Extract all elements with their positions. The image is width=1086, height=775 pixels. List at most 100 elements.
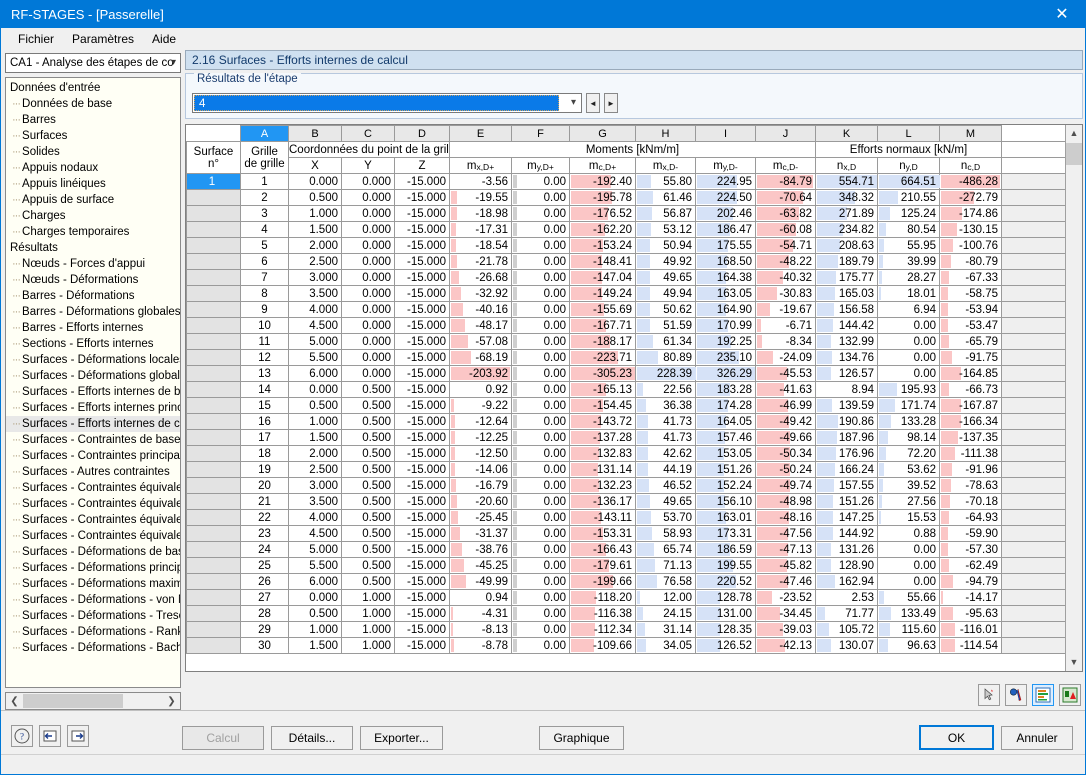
prev-panel-icon[interactable] [39, 725, 61, 747]
info-pointer-icon[interactable] [1005, 684, 1027, 706]
tree-item-23[interactable]: ··· Surfaces - Contraintes principales [6, 448, 180, 464]
hscroll-track[interactable] [23, 693, 163, 709]
tree-item-15[interactable]: ··· Barres - Efforts internes [6, 320, 180, 336]
results-table[interactable]: A B C D E F G H I J K L M Surface n° Grille de grille Coo… [186, 125, 1065, 654]
hscroll-thumb[interactable] [23, 694, 123, 708]
table-row[interactable]: 5 2.000 0.000 -15.000 -18.54 0.00 -153.24 50.94… [186, 237, 1065, 254]
table-row[interactable]: 30 1.500 1.000 -15.000 -8.78 0.00 -109.66 34.05… [186, 637, 1065, 654]
table-row[interactable]: 25 5.500 0.500 -15.000 -45.25 0.00 -179.61 71.1… [186, 557, 1065, 574]
column-letter-L[interactable]: L [877, 125, 940, 142]
table-row[interactable]: 12 5.500 0.000 -15.000 -68.19 0.00 -223.71 80.8… [186, 349, 1065, 366]
menu-item-fichier[interactable]: Fichier [9, 30, 63, 48]
menu-item-aide[interactable]: Aide [143, 30, 185, 48]
column-letter-E[interactable]: E [449, 125, 512, 142]
tree-item-6[interactable]: ··· Appuis linéiques [6, 176, 180, 192]
surface-number-cell-empty[interactable] [186, 589, 241, 606]
tree-item-17[interactable]: ··· Surfaces - Déformations locales [6, 352, 180, 368]
table-row[interactable]: 14 0.000 0.500 -15.000 0.92 0.00 -165.13 22.56 1… [186, 381, 1065, 398]
tree-item-16[interactable]: ··· Sections - Efforts internes [6, 336, 180, 352]
surface-number-cell-empty[interactable] [186, 445, 241, 462]
column-letter-J[interactable]: J [755, 125, 816, 142]
tree-item-4[interactable]: ··· Solides [6, 144, 180, 160]
navigator-tree[interactable]: Données d'entrée ··· Données de base ··· B… [5, 77, 181, 688]
table-row[interactable]: 19 2.500 0.500 -15.000 -14.06 0.00 -131.14 44.1… [186, 461, 1065, 478]
annuler-button[interactable]: Annuler [1001, 726, 1073, 750]
column-letter-D[interactable]: D [394, 125, 450, 142]
tree-item-2[interactable]: ··· Barres [6, 112, 180, 128]
surface-number-cell-empty[interactable] [186, 333, 241, 350]
vscroll-thumb[interactable] [1066, 143, 1082, 165]
table-row[interactable]: 18 2.000 0.500 -15.000 -12.50 0.00 -132.83 42.6… [186, 445, 1065, 462]
table-row[interactable]: 3 1.000 0.000 -15.000 -18.98 0.00 -176.52 56.87… [186, 205, 1065, 222]
table-row[interactable]: 11 5.000 0.000 -15.000 -57.08 0.00 -188.17 61.3… [186, 333, 1065, 350]
tree-item-30[interactable]: ··· Surfaces - Déformations principales [6, 560, 180, 576]
tree-item-18[interactable]: ··· Surfaces - Déformations globales [6, 368, 180, 384]
scroll-right-icon[interactable]: ❯ [163, 696, 180, 707]
navigator-hscrollbar[interactable]: ❮ ❯ [5, 692, 181, 710]
table-row[interactable]: 4 1.500 0.000 -15.000 -17.31 0.00 -162.20 53.12… [186, 221, 1065, 238]
tree-item-22[interactable]: ··· Surfaces - Contraintes de base [6, 432, 180, 448]
surface-number-cell-empty[interactable] [186, 221, 241, 238]
help-icon[interactable]: ? [11, 725, 33, 747]
table-chart-icon[interactable] [1032, 684, 1054, 706]
next-panel-icon[interactable] [67, 725, 89, 747]
select-pointer-icon[interactable] [978, 684, 1000, 706]
surface-number-cell-empty[interactable] [186, 285, 241, 302]
column-letter-row[interactable]: ABCDEFGHIJKLM [186, 125, 1065, 142]
close-icon[interactable]: ✕ [1039, 0, 1085, 28]
tree-item-25[interactable]: ··· Surfaces - Contraintes équivalentes … [6, 480, 180, 496]
surface-number-cell-empty[interactable] [186, 205, 241, 222]
column-letter-M[interactable]: M [939, 125, 1002, 142]
surface-number-cell-empty[interactable] [186, 477, 241, 494]
tree-item-34[interactable]: ··· Surfaces - Déformations - Rankine [6, 624, 180, 640]
tree-item-19[interactable]: ··· Surfaces - Efforts internes de base [6, 384, 180, 400]
stage-prev-button[interactable]: ◄ [586, 93, 600, 113]
tree-item-5[interactable]: ··· Appuis nodaux [6, 160, 180, 176]
surface-number-cell-empty[interactable] [186, 365, 241, 382]
tree-item-31[interactable]: ··· Surfaces - Déformations maximales [6, 576, 180, 592]
surface-number-cell[interactable]: 1 [186, 173, 241, 190]
table-row[interactable]: 27 0.000 1.000 -15.000 0.94 0.00 -118.20 12.00 1… [186, 589, 1065, 606]
tree-item-35[interactable]: ··· Surfaces - Déformations - Bach [6, 640, 180, 656]
surface-number-cell-empty[interactable] [186, 253, 241, 270]
surface-number-cell-empty[interactable] [186, 269, 241, 286]
column-letter-G[interactable]: G [569, 125, 636, 142]
scroll-left-icon[interactable]: ❮ [6, 696, 23, 707]
tree-item-20[interactable]: ··· Surfaces - Efforts internes principa… [6, 400, 180, 416]
column-letter-F[interactable]: F [511, 125, 570, 142]
table-row[interactable]: 29 1.000 1.000 -15.000 -8.13 0.00 -112.34 31.14… [186, 621, 1065, 638]
tree-item-14[interactable]: ··· Barres - Déformations globales [6, 304, 180, 320]
table-row[interactable]: 17 1.500 0.500 -15.000 -12.25 0.00 -137.28 41.7… [186, 429, 1065, 446]
analysis-case-combo[interactable]: CA1 - Analyse des étapes de co ▾ [5, 53, 181, 73]
column-letter-B[interactable]: B [288, 125, 342, 142]
table-row[interactable]: 1 1 0.000 0.000 -15.000 -3.56 0.00 -192.40 55.80… [186, 173, 1065, 190]
table-vscrollbar[interactable]: ▲ ▼ [1065, 125, 1082, 671]
column-letter-A[interactable]: A [240, 125, 289, 142]
column-letter-I[interactable]: I [695, 125, 756, 142]
calcul-button[interactable]: Calcul [182, 726, 264, 750]
table-row[interactable]: 9 4.000 0.000 -15.000 -40.16 0.00 -155.69 50.62… [186, 301, 1065, 318]
tree-item-29[interactable]: ··· Surfaces - Déformations de base [6, 544, 180, 560]
scroll-down-icon[interactable]: ▼ [1066, 654, 1082, 671]
surface-number-cell-empty[interactable] [186, 237, 241, 254]
surface-number-cell-empty[interactable] [186, 301, 241, 318]
surface-number-cell-empty[interactable] [186, 637, 241, 654]
menu-item-parametres[interactable]: Paramètres [63, 30, 143, 48]
table-row[interactable]: 6 2.500 0.000 -15.000 -21.78 0.00 -148.41 49.92… [186, 253, 1065, 270]
tree-item-12[interactable]: ··· Nœuds - Déformations [6, 272, 180, 288]
stage-next-button[interactable]: ► [604, 93, 618, 113]
surface-number-cell-empty[interactable] [186, 541, 241, 558]
scroll-up-icon[interactable]: ▲ [1066, 125, 1082, 142]
table-row[interactable]: 2 0.500 0.000 -15.000 -19.55 0.00 -195.78 61.46… [186, 189, 1065, 206]
table-row[interactable]: 13 6.000 0.000 -15.000 -203.92 0.00 -305.23 228… [186, 365, 1065, 382]
table-row[interactable]: 10 4.500 0.000 -15.000 -48.17 0.00 -167.71 51.5… [186, 317, 1065, 334]
tree-item-26[interactable]: ··· Surfaces - Contraintes équivalentes … [6, 496, 180, 512]
table-row[interactable]: 26 6.000 0.500 -15.000 -49.99 0.00 -199.66 76.5… [186, 573, 1065, 590]
surface-number-cell-empty[interactable] [186, 509, 241, 526]
tree-item-21[interactable]: ··· Surfaces - Efforts internes de calcu… [6, 416, 180, 432]
tree-item-0[interactable]: Données d'entrée [6, 80, 180, 96]
tree-item-3[interactable]: ··· Surfaces [6, 128, 180, 144]
tree-item-7[interactable]: ··· Appuis de surface [6, 192, 180, 208]
surface-number-cell-empty[interactable] [186, 413, 241, 430]
tree-item-9[interactable]: ··· Charges temporaires [6, 224, 180, 240]
